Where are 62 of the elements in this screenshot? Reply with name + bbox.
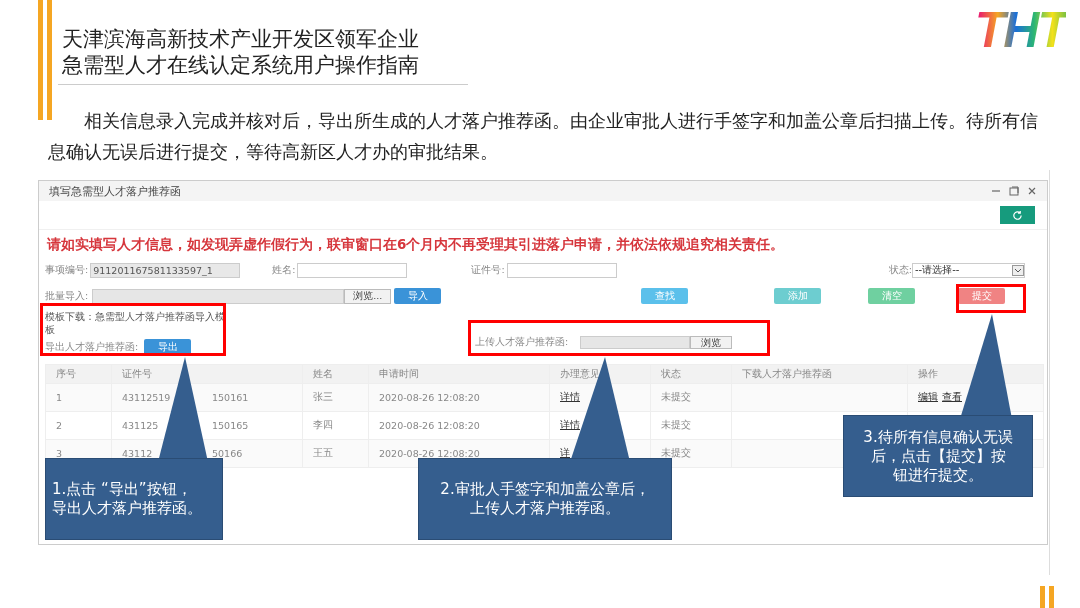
table-cell: 2020-08-26 12:08:20 bbox=[379, 392, 480, 403]
table-cell: 张三 bbox=[313, 391, 333, 402]
close-icon[interactable] bbox=[1027, 186, 1037, 196]
accent-bar bbox=[1049, 586, 1054, 608]
action-button[interactable]: 查找 bbox=[641, 288, 689, 304]
input-field[interactable] bbox=[506, 262, 617, 278]
column-header[interactable]: 下载人才落户推荐函 bbox=[731, 364, 908, 384]
table-cell-text: 150161 bbox=[212, 392, 250, 403]
table-cell: 李四 bbox=[313, 419, 333, 430]
table-cell: 2 bbox=[56, 420, 63, 431]
details-link[interactable]: 详 bbox=[560, 447, 570, 458]
template-download-text: 板 bbox=[45, 323, 56, 336]
table-cell-text: 431125 bbox=[122, 420, 160, 431]
table-cell: 未提交 bbox=[661, 391, 691, 402]
table-cell-text: 50166 bbox=[212, 448, 244, 459]
details-link[interactable]: 详情 bbox=[560, 419, 580, 430]
row-action-link[interactable]: 编辑 bbox=[918, 391, 938, 404]
slide-title: 天津滨海高新技术产业开发区领军企业 bbox=[62, 26, 419, 52]
column-header[interactable]: 申请时间 bbox=[368, 364, 550, 384]
browse-button[interactable]: 浏览... bbox=[344, 288, 392, 304]
table-cell: 3 bbox=[56, 448, 63, 459]
table-cell: 未提交 bbox=[661, 447, 691, 458]
slide-title: 急需型人才在线认定系统用户操作指南 bbox=[62, 52, 419, 78]
field-label: 批量导入: bbox=[45, 289, 89, 303]
file-field[interactable] bbox=[92, 288, 345, 304]
table-cell-text: 150165 bbox=[212, 420, 250, 431]
dropdown-icon bbox=[1012, 264, 1024, 276]
maximize-icon[interactable] bbox=[1009, 186, 1019, 196]
column-header[interactable]: 序号 bbox=[45, 364, 112, 384]
field-label: 上传人才落户推荐函: bbox=[475, 336, 569, 349]
table-cell-text: 43112519 bbox=[122, 392, 172, 403]
details-link[interactable]: 详情 bbox=[560, 391, 580, 402]
table-cell: 2020-08-26 12:08:20 bbox=[379, 420, 480, 431]
column-header[interactable]: 证件号 bbox=[111, 364, 303, 384]
input-field[interactable] bbox=[297, 262, 408, 278]
field-label: 姓名: bbox=[272, 263, 296, 277]
refresh-button[interactable] bbox=[1000, 206, 1035, 224]
action-button[interactable]: 清空 bbox=[868, 288, 916, 304]
column-header[interactable]: 状态 bbox=[650, 364, 732, 384]
file-field[interactable] bbox=[580, 336, 691, 349]
instruction-paragraph: 相关信息录入完成并核对后，导出所生成的人才落户推荐函。由企业审批人进行手签字和加盖公章后扫描上传。待所有信息确认无误后进行提交，等待高新区人才办的审批结果。 bbox=[48, 109, 1039, 164]
field-label: 导出人才落户推荐函: bbox=[45, 340, 139, 354]
table-cell: 1 bbox=[56, 392, 63, 403]
column-header[interactable]: 姓名 bbox=[302, 364, 369, 384]
window-title: 填写急需型人才落户推荐函 bbox=[49, 183, 181, 199]
field-label: 证件号: bbox=[471, 263, 505, 277]
action-button[interactable]: 添加 bbox=[774, 288, 822, 304]
field-label: 状态: bbox=[888, 263, 912, 277]
accent-bar bbox=[1040, 586, 1045, 608]
table-cell-text: 43112 bbox=[122, 448, 154, 459]
highlight-frame bbox=[956, 284, 1026, 313]
warning-text: 请如实填写人才信息，如发现弄虚作假行为，联审窗口在6个月内不再受理其引进落户申请，并依法依规追究相关责任。 bbox=[47, 236, 786, 254]
status-dropdown[interactable]: --请选择-- bbox=[912, 262, 1025, 278]
row-action-link[interactable]: 查看 bbox=[942, 391, 962, 404]
table-cell: 王五 bbox=[313, 447, 333, 458]
field-label: 事项编号: bbox=[45, 263, 89, 277]
import-button[interactable]: 导入 bbox=[394, 288, 442, 304]
table-cell: 2020-08-26 12:08:20 bbox=[379, 448, 480, 459]
table-cell: 未提交 bbox=[661, 419, 691, 430]
browse-button[interactable]: 浏览 bbox=[690, 336, 733, 349]
action-button[interactable]: 提交 bbox=[958, 288, 1006, 304]
refresh-icon bbox=[1012, 209, 1023, 221]
